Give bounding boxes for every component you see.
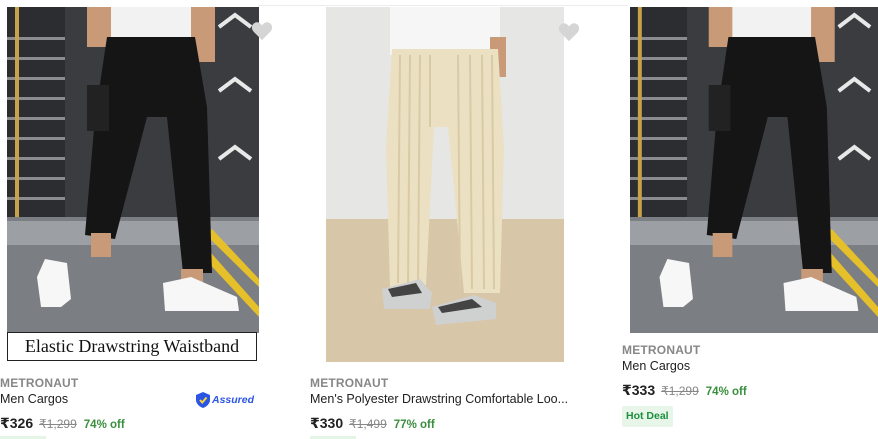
price-row: ₹333 ₹1,299 74% off	[622, 382, 747, 399]
selling-price: ₹333	[622, 382, 656, 398]
product-card[interactable]: METRONAUT Men's Polyester Drawstring Com…	[306, 0, 596, 439]
image-caption-banner: Elastic Drawstring Waistband	[7, 332, 257, 361]
heart-icon	[251, 22, 273, 41]
wishlist-button[interactable]	[251, 21, 273, 41]
brand-name: METRONAUT	[0, 376, 79, 390]
assured-label: Assured	[212, 394, 255, 406]
original-price: ₹1,299	[661, 384, 699, 398]
selling-price: ₹326	[0, 415, 34, 431]
assured-badge: Assured	[196, 392, 254, 408]
discount-percent: 74% off	[705, 386, 747, 398]
brand-name: METRONAUT	[622, 343, 701, 357]
brand-name: METRONAUT	[310, 376, 389, 390]
product-card[interactable]: Elastic Drawstring Waistband METRONAUT M…	[0, 0, 273, 439]
product-image[interactable]	[326, 7, 564, 362]
product-title[interactable]: Men's Polyester Drawstring Comfortable L…	[310, 392, 582, 406]
product-card[interactable]: METRONAUT Men Cargos ₹333 ₹1,299 74% off	[616, 0, 878, 439]
assured-shield-icon	[196, 392, 210, 408]
price-row: ₹330 ₹1,499 77% off	[310, 415, 435, 432]
product-image[interactable]	[630, 7, 878, 333]
price-row: ₹326 ₹1,299 74% off	[0, 415, 125, 432]
product-image[interactable]	[7, 7, 259, 333]
hot-deal-badge: Hot Deal	[622, 406, 673, 427]
original-price: ₹1,499	[349, 417, 387, 431]
heart-icon	[558, 23, 580, 42]
original-price: ₹1,299	[39, 417, 77, 431]
discount-percent: 77% off	[393, 419, 435, 431]
discount-percent: 74% off	[83, 419, 125, 431]
wishlist-button[interactable]	[558, 22, 580, 42]
product-title[interactable]: Men Cargos	[622, 359, 862, 373]
product-title[interactable]: Men Cargos	[0, 392, 190, 406]
selling-price: ₹330	[310, 415, 344, 431]
